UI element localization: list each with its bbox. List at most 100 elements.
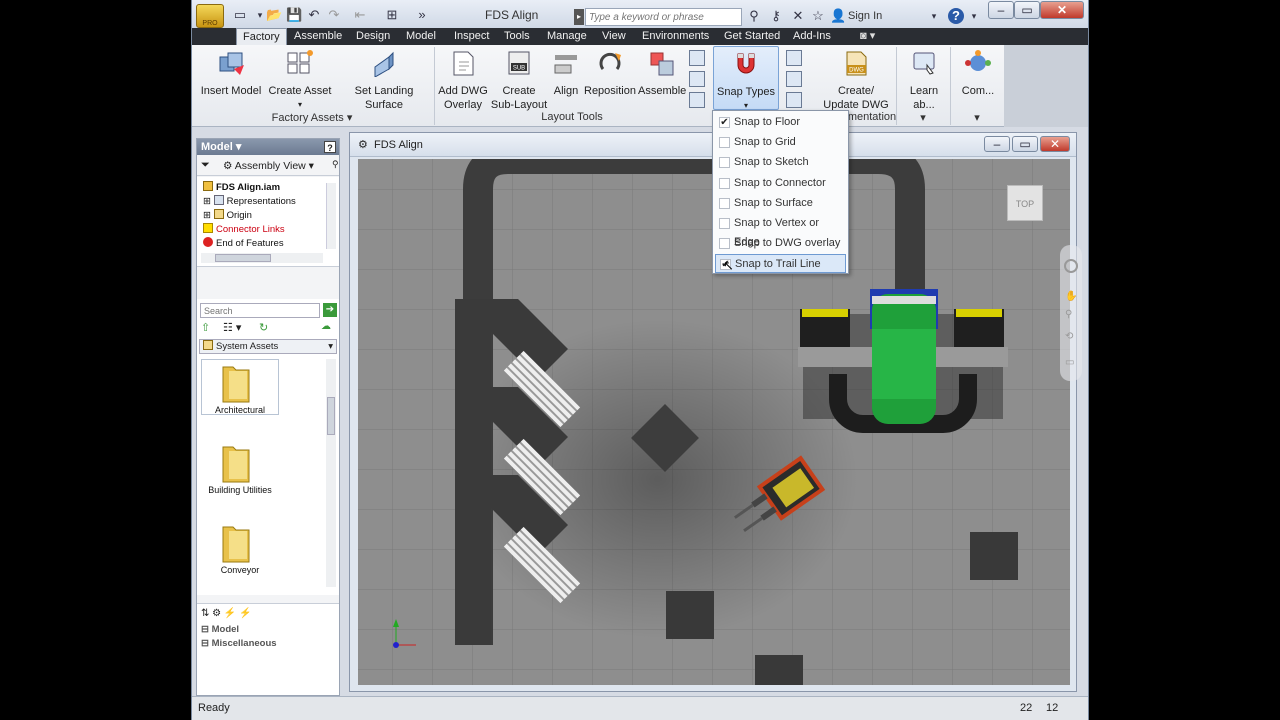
redo-icon[interactable]: ↷: [326, 7, 342, 23]
more-commands-icon[interactable]: »: [414, 7, 430, 23]
create-update-dwg-button[interactable]: DWG Create/ Update DWG: [820, 49, 892, 112]
assemble-button[interactable]: Assemble: [638, 49, 686, 98]
favorites-star-icon[interactable]: ☆: [810, 8, 826, 24]
tab-design[interactable]: Design: [350, 28, 396, 45]
doc-maximize-button[interactable]: ▭: [1012, 136, 1038, 152]
viewcube[interactable]: TOP: [1007, 185, 1043, 221]
checkbox[interactable]: [719, 137, 730, 148]
steering-wheel-icon[interactable]: [1064, 259, 1078, 273]
save-icon[interactable]: 💾: [286, 7, 302, 23]
orbit-icon[interactable]: ⟲: [1065, 331, 1073, 342]
communication-icon[interactable]: ✕: [790, 8, 806, 24]
layout-tool-icon-3[interactable]: [689, 92, 705, 108]
asset-vertical-scrollbar[interactable]: [326, 359, 336, 587]
snap-to-vertex-item[interactable]: Snap to Vertex or Edge: [715, 214, 846, 248]
model-panel-header[interactable]: Model ▾ ?: [197, 139, 339, 155]
community-dropdown-icon[interactable]: ▾: [972, 111, 982, 124]
snap-to-surface-item[interactable]: Snap to Surface: [715, 194, 846, 213]
close-button[interactable]: ✕: [1040, 1, 1084, 19]
snap-to-sketch-item[interactable]: Snap to Sketch: [715, 153, 846, 172]
doc-minimize-button[interactable]: –: [984, 136, 1010, 152]
help-dropdown-icon[interactable]: ▾: [966, 8, 982, 24]
tab-factory[interactable]: Factory: [236, 28, 287, 45]
checkbox[interactable]: [719, 198, 730, 209]
search-go-icon[interactable]: ➔: [323, 303, 337, 317]
checkbox[interactable]: [719, 157, 730, 168]
zoom-icon[interactable]: ⚲: [1065, 309, 1072, 320]
new-file-icon[interactable]: ▭: [232, 7, 248, 23]
asset-search-input[interactable]: [200, 303, 320, 318]
tab-assemble[interactable]: Assemble: [288, 28, 348, 45]
return-icon[interactable]: ⇤: [352, 7, 368, 23]
tab-manage[interactable]: Manage: [541, 28, 593, 45]
undo-icon[interactable]: ↶: [306, 7, 322, 23]
video-icon[interactable]: ◙ ▾: [854, 28, 881, 45]
help-icon[interactable]: ?: [948, 8, 964, 24]
create-asset-button[interactable]: Create Asset ▾: [268, 49, 332, 112]
snap-to-connector-item[interactable]: Snap to Connector: [715, 174, 846, 193]
tree-vertical-scrollbar[interactable]: [326, 183, 336, 249]
key-icon[interactable]: ⚷: [768, 8, 784, 24]
snap-types-button[interactable]: Snap Types ▾: [713, 46, 779, 110]
tree-horizontal-scrollbar[interactable]: [201, 253, 323, 263]
community-button[interactable]: Com...: [954, 49, 1002, 98]
tree-item-connector-links[interactable]: Connector Links: [203, 223, 285, 235]
search-expand-icon[interactable]: ▸: [574, 9, 584, 25]
tree-item-root[interactable]: FDS Align.iam: [203, 181, 280, 193]
scrollbar-thumb[interactable]: [215, 254, 271, 262]
property-section-misc[interactable]: ⊟ Miscellaneous: [201, 638, 277, 649]
tree-item-origin[interactable]: ⊞ Origin: [203, 209, 252, 221]
add-dwg-overlay-button[interactable]: Add DWG Overlay: [438, 49, 488, 112]
doc-close-button[interactable]: ✕: [1040, 136, 1070, 152]
set-landing-surface-button[interactable]: Set Landing Surface: [336, 49, 432, 112]
asset-folder-conveyor[interactable]: Conveyor: [200, 565, 280, 575]
align-button[interactable]: Align: [548, 49, 584, 98]
layout-tool-icon-1[interactable]: [689, 50, 705, 66]
snap-to-trail-line-item[interactable]: ✔ Snap to Trail Line: [715, 254, 846, 273]
snap-to-floor-item[interactable]: ✔ Snap to Floor: [715, 113, 846, 132]
snap-to-dwg-overlay-item[interactable]: Snap to DWG overlay: [715, 234, 846, 253]
checkbox-checked[interactable]: ✔: [719, 117, 730, 128]
doc-tool-icon-3[interactable]: [786, 92, 802, 108]
assembly-view-selector[interactable]: ⚙ Assembly View ▾: [223, 160, 314, 172]
asset-library-selector[interactable]: System Assets ▾: [199, 339, 337, 354]
doc-tool-icon-1[interactable]: [786, 50, 802, 66]
maximize-button[interactable]: ▭: [1014, 1, 1040, 19]
sign-in-dropdown-icon[interactable]: ▾: [926, 8, 942, 24]
checkbox[interactable]: [719, 178, 730, 189]
filter-icon[interactable]: ⏷: [201, 159, 210, 172]
panel-help-icon[interactable]: ?: [324, 141, 336, 153]
asset-folder-building-utilities[interactable]: Building Utilities: [200, 485, 280, 495]
binoculars-icon[interactable]: ⚲: [746, 8, 762, 24]
factory-assets-panel-label[interactable]: Factory Assets ▾: [242, 111, 382, 124]
help-search-input[interactable]: [585, 8, 742, 26]
tab-add-ins[interactable]: Add-Ins: [787, 28, 837, 45]
tab-model[interactable]: Model: [400, 28, 442, 45]
look-at-icon[interactable]: ▭: [1065, 357, 1074, 368]
tab-tools[interactable]: Tools: [498, 28, 536, 45]
reposition-button[interactable]: Reposition: [582, 49, 638, 98]
tree-item-end-of-features[interactable]: End of Features: [203, 237, 284, 249]
inventor-app-icon[interactable]: PRO: [196, 4, 224, 28]
sign-in-link[interactable]: Sign In: [848, 10, 882, 22]
refresh-icon[interactable]: ↻: [259, 321, 268, 334]
view-options-icon[interactable]: ☷ ▾: [223, 321, 241, 334]
tab-environments[interactable]: Environments: [636, 28, 715, 45]
create-sublayout-button[interactable]: SUB Create Sub-Layout: [490, 49, 548, 112]
content-center-icon[interactable]: ☁: [321, 321, 331, 332]
tab-view[interactable]: View: [596, 28, 632, 45]
tree-item-representations[interactable]: ⊞ Representations: [203, 195, 296, 207]
properties-toolbar-icons[interactable]: ⇅ ⚙ ⚡ ⚡: [201, 608, 252, 619]
tab-get-started[interactable]: Get Started: [718, 28, 786, 45]
doc-tool-icon-2[interactable]: [786, 71, 802, 87]
checkbox[interactable]: [719, 218, 730, 229]
layout-tool-icon-2[interactable]: [689, 71, 705, 87]
tab-inspect[interactable]: Inspect: [448, 28, 495, 45]
learn-about-button[interactable]: Learn ab...: [898, 49, 950, 112]
property-section-model[interactable]: ⊟ Model: [201, 624, 239, 635]
pan-icon[interactable]: ✋: [1065, 291, 1077, 302]
minimize-button[interactable]: –: [988, 1, 1014, 19]
learn-dropdown-icon[interactable]: ▾: [918, 111, 928, 124]
up-folder-icon[interactable]: ⇧: [201, 321, 210, 334]
scrollbar-thumb[interactable]: [327, 397, 335, 435]
